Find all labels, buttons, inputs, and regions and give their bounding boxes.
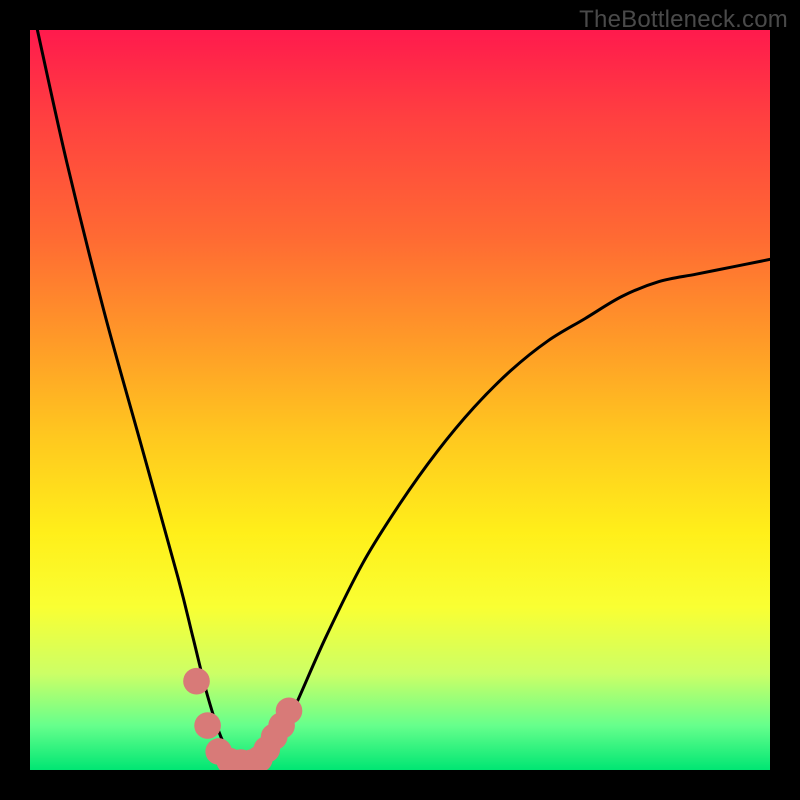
bottleneck-curve-svg <box>30 30 770 770</box>
curve-marker <box>276 697 303 724</box>
bottleneck-curve <box>37 30 770 765</box>
curve-marker <box>228 749 255 770</box>
watermark-text: TheBottleneck.com <box>579 6 788 34</box>
curve-marker <box>205 738 232 765</box>
curve-marker <box>194 712 221 739</box>
curve-marker <box>183 668 210 695</box>
chart-frame: TheBottleneck.com <box>0 0 800 800</box>
curve-marker <box>253 736 280 763</box>
curve-marker <box>216 748 243 770</box>
curve-markers <box>183 668 302 770</box>
curve-marker <box>268 712 295 739</box>
curve-marker <box>246 746 273 770</box>
curve-marker <box>261 723 288 750</box>
curve-marker <box>239 749 266 770</box>
plot-area <box>30 30 770 770</box>
